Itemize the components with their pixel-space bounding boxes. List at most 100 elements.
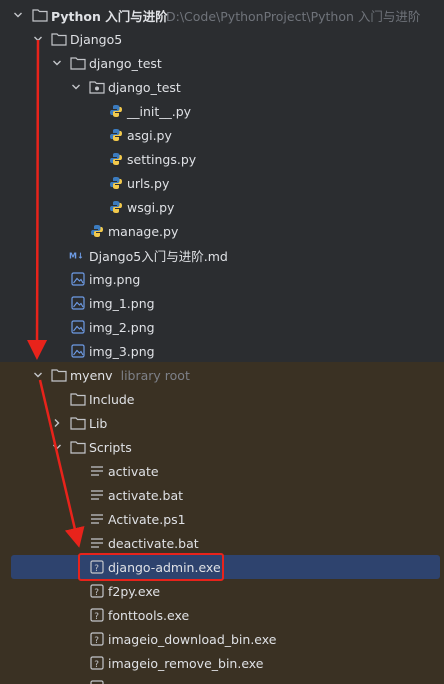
tree-row-file[interactable]: M↓ Django5入门与进阶.md [0,243,444,267]
tree-row-file[interactable]: wsgi.py [0,195,444,219]
tree-row-file[interactable]: img.png [0,267,444,291]
image-file-icon [70,271,86,287]
file-label: imageio_remove_bin.exe [108,655,264,671]
python-file-icon [89,223,105,239]
tree-row-file[interactable]: img_3.png [0,339,444,363]
folder-icon [32,7,48,23]
tree-row-file[interactable]: manage.py [0,219,444,243]
unknown-file-icon: ? [89,631,105,647]
file-label: imageio_download_bin.exe [108,631,277,647]
text-file-icon [89,535,105,551]
python-file-icon [108,103,124,119]
file-label: img_2.png [89,319,155,335]
tree-row-myenv[interactable]: myenv library root [0,363,444,387]
file-label: activate.bat [108,487,184,503]
folder-icon [70,55,86,71]
project-root-path: D:\Code\PythonProject\Python 入门与进阶 [166,8,421,24]
python-file-icon [108,127,124,143]
file-label: Activate.ps1 [108,511,186,527]
file-label: wsgi.py [127,199,175,215]
unknown-file-icon: ? [89,655,105,671]
folder-icon [70,391,86,407]
unknown-file-icon [89,679,105,684]
python-file-icon [108,199,124,215]
chevron-down-icon[interactable] [31,368,45,382]
library-root-hint: library root [120,367,190,383]
svg-text:M↓: M↓ [69,252,84,261]
tree-row-file[interactable]: ? fonttools.exe [0,603,444,627]
file-label: img.png [89,271,141,287]
tree-row-file[interactable]: asgi.py [0,123,444,147]
tree-row-file[interactable]: ? imageio_remove_bin.exe [0,651,444,675]
file-label: Django5入门与进阶.md [89,248,228,264]
scripts-label: Scripts [89,439,132,455]
tree-row-django-test-folder[interactable]: django_test [0,51,444,75]
tree-row-file[interactable]: __init__.py [0,99,444,123]
tree-row-project-root[interactable]: Python 入门与进阶 D:\Code\PythonProject\Pytho… [0,3,444,27]
tree-row-file[interactable]: urls.py [0,171,444,195]
tree-row-lib[interactable]: Lib [0,411,444,435]
tree-row-file[interactable]: settings.py [0,147,444,171]
chevron-down-icon[interactable] [69,80,83,94]
text-file-icon [89,487,105,503]
include-label: Include [89,391,135,407]
annotation-highlight-box [78,553,224,581]
python-file-icon [108,151,124,167]
file-label: f2py.exe [108,583,161,599]
file-label: urls.py [127,175,170,191]
folder-icon [70,415,86,431]
tree-row-django5[interactable]: Django5 [0,27,444,51]
myenv-label: myenv library root [70,368,190,383]
folder-icon [51,31,67,47]
tree-row-file[interactable]: ? imageio_download_bin.exe [0,627,444,651]
file-label: activate [108,463,159,479]
tree-row-file[interactable]: Activate.ps1 [0,507,444,531]
tree-row-file[interactable]: img_1.png [0,291,444,315]
text-file-icon [89,463,105,479]
chevron-down-icon[interactable] [50,56,64,70]
image-file-icon [70,295,86,311]
chevron-down-icon[interactable] [11,8,25,22]
text-file-icon [89,511,105,527]
tree-row-file[interactable]: deactivate.bat [0,531,444,555]
chevron-down-icon[interactable] [50,440,64,454]
folder-icon [70,439,86,455]
svg-text:?: ? [94,612,99,622]
lib-label: Lib [89,415,108,431]
file-label: __init__.py [127,103,192,119]
tree-row-file[interactable]: ? f2py.exe [0,579,444,603]
tree-row-file-partial[interactable] [0,675,444,684]
django-test-folder-label: django_test [89,55,162,71]
file-label: img_1.png [89,295,155,311]
file-label: asgi.py [127,127,172,143]
django-test-package-label: django_test [108,79,181,95]
tree-row-file[interactable]: activate.bat [0,483,444,507]
chevron-down-icon[interactable] [31,32,45,46]
project-tree: Python 入门与进阶 D:\Code\PythonProject\Pytho… [0,0,444,684]
package-folder-icon [89,79,105,95]
file-label: settings.py [127,151,197,167]
markdown-file-icon: M↓ [69,247,85,263]
chevron-right-icon[interactable] [50,416,64,430]
file-label: deactivate.bat [108,535,199,551]
python-file-icon [108,175,124,191]
project-root-label: Python 入门与进阶 [51,8,168,24]
tree-row-file[interactable]: img_2.png [0,315,444,339]
svg-text:?: ? [94,660,99,670]
svg-text:?: ? [94,588,99,598]
file-label: manage.py [108,223,179,239]
tree-row-file[interactable]: activate [0,459,444,483]
unknown-file-icon: ? [89,607,105,623]
image-file-icon [70,319,86,335]
django5-label: Django5 [70,31,123,47]
myenv-name: myenv [70,367,113,383]
unknown-file-icon: ? [89,583,105,599]
file-label: fonttools.exe [108,607,190,623]
selection-highlight [11,555,440,579]
image-file-icon [70,343,86,359]
tree-row-scripts[interactable]: Scripts [0,435,444,459]
svg-text:?: ? [94,636,99,646]
tree-row-django-test-package[interactable]: django_test [0,75,444,99]
file-label: img_3.png [89,343,155,359]
tree-row-include[interactable]: Include [0,387,444,411]
